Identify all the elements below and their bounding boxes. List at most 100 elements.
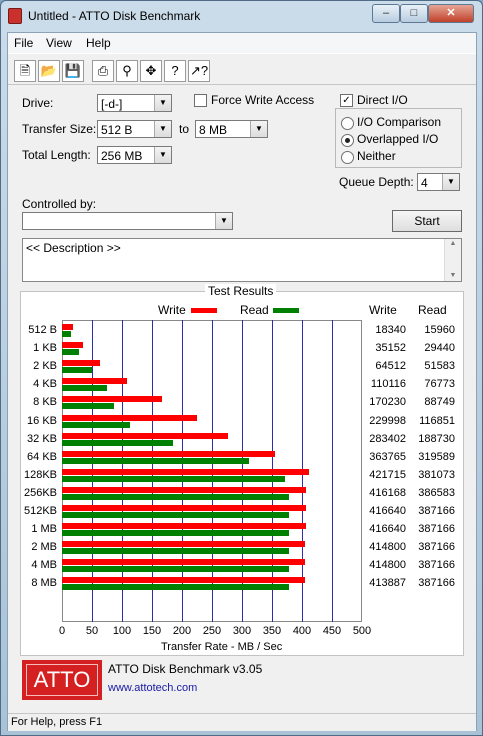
- chart-plot: 0 50 100 150 200 250 300 350 400 450 500 512 B 18340…: [21, 292, 463, 655]
- status-text: For Help, press F1: [11, 716, 103, 728]
- write-value: 414800: [369, 541, 406, 554]
- neither-label[interactable]: Neither: [357, 149, 396, 163]
- direct-io-label[interactable]: Direct I/O: [357, 93, 408, 107]
- read-value: 387166: [418, 523, 455, 536]
- read-bar: [62, 403, 114, 410]
- chevron-down-icon[interactable]: ▼: [215, 213, 232, 229]
- window-title: Untitled - ATTO Disk Benchmark: [28, 9, 201, 23]
- read-value: 51583: [424, 360, 455, 373]
- controlled-by-select[interactable]: ▼: [22, 212, 233, 230]
- transfer-to-value: 8 MB: [199, 123, 228, 137]
- category-label: 4 MB: [31, 559, 57, 572]
- controlled-by-label: Controlled by:: [22, 197, 97, 211]
- product-version: ATTO Disk Benchmark v3.05: [108, 662, 263, 676]
- open-icon[interactable]: 📂: [38, 60, 60, 82]
- description-text: << Description >>: [26, 241, 121, 255]
- write-bar: [62, 396, 162, 403]
- move-icon[interactable]: ✥: [140, 60, 162, 82]
- category-label: 512 B: [28, 324, 57, 336]
- chevron-down-icon[interactable]: ▼: [154, 95, 171, 111]
- close-button[interactable]: ✕: [428, 4, 474, 23]
- read-bar: [62, 475, 286, 482]
- transfer-size-to-select[interactable]: 8 MB ▼: [195, 120, 268, 138]
- scroll-down-icon[interactable]: ▼: [445, 271, 461, 281]
- drive-select[interactable]: [-d-] ▼: [97, 94, 172, 112]
- write-bar: [62, 559, 306, 566]
- menu-file[interactable]: File: [14, 36, 33, 50]
- queue-depth-select[interactable]: 4 ▼: [417, 173, 460, 191]
- io-comparison-radio[interactable]: [341, 117, 354, 130]
- description-textarea[interactable]: << Description >> ▲ ▼: [22, 238, 462, 282]
- write-value: 110116: [370, 378, 406, 391]
- read-bar: [62, 421, 131, 428]
- read-value: 29440: [424, 342, 455, 355]
- write-bar: [62, 541, 306, 548]
- write-value: 421715: [369, 468, 406, 481]
- new-icon[interactable]: 🗎: [14, 60, 36, 82]
- read-bar: [62, 457, 250, 464]
- read-value: 387166: [418, 505, 455, 517]
- x-tick-label: 400: [292, 625, 312, 637]
- category-label: 8 MB: [31, 577, 57, 590]
- print-icon[interactable]: ⎙: [92, 60, 114, 82]
- context-help-icon[interactable]: ↗?: [188, 60, 210, 82]
- x-tick-label: 200: [172, 625, 192, 637]
- category-label: 8 KB: [33, 396, 57, 409]
- direct-io-checkbox[interactable]: ✓: [340, 94, 353, 107]
- read-bar: [62, 584, 289, 591]
- force-write-access-label[interactable]: Force Write Access: [211, 93, 314, 107]
- write-bar: [62, 324, 73, 330]
- transfer-from-value: 512 B: [101, 123, 133, 137]
- neither-radio[interactable]: [341, 151, 354, 164]
- chevron-down-icon[interactable]: ▼: [154, 121, 171, 137]
- menu-view[interactable]: View: [46, 36, 72, 50]
- io-comparison-label[interactable]: I/O Comparison: [357, 115, 441, 129]
- read-value: 76773: [424, 378, 455, 391]
- atto-logo: ATTO: [22, 660, 102, 700]
- print-preview-icon[interactable]: ⚲: [116, 60, 138, 82]
- maximize-button[interactable]: □: [400, 4, 428, 23]
- total-length-label: Total Length:: [22, 148, 91, 162]
- atto-logo-text: ATTO: [26, 664, 98, 696]
- category-label: 1 MB: [31, 523, 57, 536]
- read-bar: [62, 349, 80, 356]
- category-label: 256KB: [23, 486, 57, 499]
- queue-depth-value: 4: [421, 176, 428, 190]
- total-length-select[interactable]: 256 MB ▼: [97, 146, 172, 164]
- write-bar: [62, 342, 83, 349]
- read-bar: [62, 385, 107, 392]
- read-bar: [62, 493, 289, 500]
- read-bar: [62, 530, 289, 537]
- chevron-down-icon[interactable]: ▼: [442, 174, 459, 190]
- help-icon[interactable]: ?: [164, 60, 186, 82]
- write-value: 229998: [369, 414, 406, 427]
- x-tick-label: 150: [142, 625, 162, 637]
- read-bar: [62, 548, 289, 555]
- save-icon[interactable]: 💾: [62, 60, 84, 82]
- title-bar[interactable]: Untitled - ATTO Disk Benchmark – □ ✕: [0, 0, 483, 32]
- write-bar: [62, 523, 307, 530]
- website-link[interactable]: www.attotech.com: [108, 682, 197, 694]
- queue-depth-label: Queue Depth:: [339, 175, 414, 189]
- overlapped-io-radio[interactable]: [341, 134, 354, 147]
- transfer-size-from-select[interactable]: 512 B ▼: [97, 120, 172, 138]
- write-bar: [62, 577, 305, 584]
- scroll-up-icon[interactable]: ▲: [445, 239, 461, 249]
- start-button[interactable]: Start: [392, 210, 462, 232]
- read-value: 386583: [418, 486, 455, 499]
- total-length-value: 256 MB: [101, 149, 143, 163]
- toolbar: 🗎 📂 💾 ⎙ ⚲ ✥ ? ↗?: [8, 53, 476, 85]
- force-write-access-checkbox[interactable]: [194, 94, 207, 107]
- chevron-down-icon[interactable]: ▼: [154, 147, 171, 163]
- x-gridline: [332, 320, 333, 622]
- x-tick-label: 450: [322, 625, 342, 637]
- transfer-size-label: Transfer Size:: [22, 122, 97, 136]
- write-bar: [62, 432, 229, 439]
- read-value: 387166: [418, 559, 455, 572]
- chevron-down-icon[interactable]: ▼: [250, 121, 267, 137]
- overlapped-io-label[interactable]: Overlapped I/O: [357, 132, 438, 146]
- menu-help[interactable]: Help: [86, 36, 111, 50]
- minimize-button[interactable]: –: [372, 4, 400, 23]
- x-tick-label: 350: [262, 625, 282, 637]
- description-scrollbar[interactable]: ▲ ▼: [444, 239, 461, 281]
